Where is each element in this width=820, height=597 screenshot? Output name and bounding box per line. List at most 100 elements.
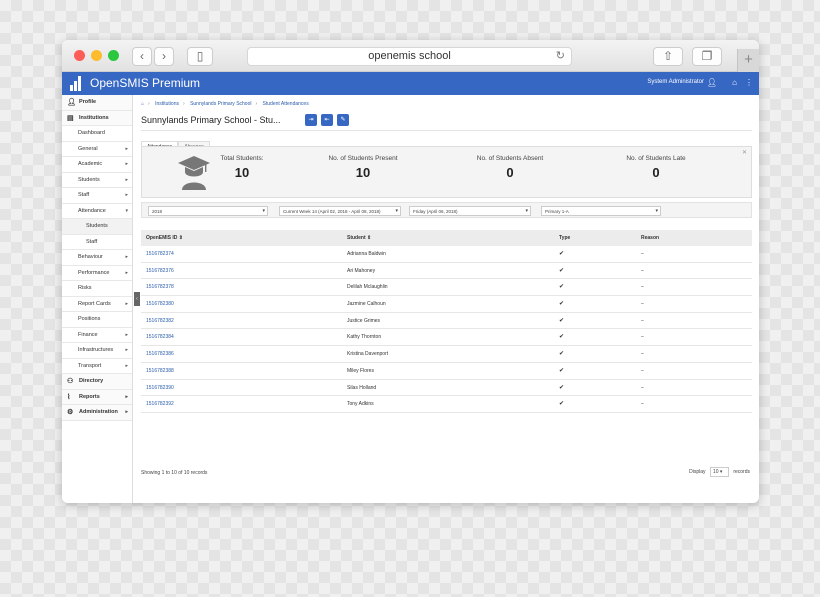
sidebar-item-label: Report Cards	[78, 300, 111, 307]
openemis-id-link[interactable]: 1516782380	[146, 296, 174, 312]
app-header: OpenSMIS Premium System Administrator 👤︎…	[62, 72, 759, 95]
forward-button[interactable]: ›	[154, 47, 174, 66]
present-check-icon: ✔	[559, 384, 565, 391]
sidebar-item-general[interactable]: General ▸	[62, 142, 132, 157]
sidebar-item-reports[interactable]: ⌇ Reports ▸	[62, 389, 132, 405]
import-icon[interactable]: ⇤	[321, 114, 333, 126]
close-summary-icon[interactable]: ✕	[742, 149, 747, 156]
sidebar-item-positions[interactable]: Positions	[62, 312, 132, 328]
table-row: 1516782392 Tony Adkins ✔ –	[141, 396, 752, 413]
breadcrumb-attendance[interactable]: Student Attendances	[263, 101, 309, 107]
breadcrumb-home-icon[interactable]: ⌂	[141, 101, 144, 107]
minimize-window-button[interactable]	[91, 50, 102, 61]
maximize-window-button[interactable]	[108, 50, 119, 61]
table-row: 1516782382 Justice Grimes ✔ –	[141, 313, 752, 330]
page-title: Sunnylands Primary School - Stu...	[141, 115, 281, 125]
sidebar-item-dashboard[interactable]: Dashboard	[62, 126, 132, 142]
student-name: Silas Holland	[347, 384, 377, 391]
caret-icon: ▸	[125, 176, 128, 183]
sidebar-item-risks[interactable]: Risks	[62, 281, 132, 297]
present-check-icon: ✔	[559, 367, 565, 374]
export-icon[interactable]: ⇥	[305, 114, 317, 126]
sidebar-item-label: Transport	[78, 362, 102, 369]
sidebar-item-label: Administration	[79, 409, 118, 415]
filter-bar: 2018 ▾ Current Week 14 (April 02, 2018 - …	[141, 202, 752, 218]
openemis-id-link[interactable]: 1516782376	[146, 263, 174, 279]
sidebar-item-staff[interactable]: Staff	[62, 235, 132, 250]
tabs-overview-icon[interactable]: ❐	[692, 47, 722, 66]
attendance-summary: Total Students: 10 No. of Students Prese…	[141, 146, 752, 198]
sidebar-item-label: Academic	[78, 161, 103, 167]
column-openemis-id[interactable]: OpenEMIS ID ⇕	[146, 230, 183, 246]
home-icon[interactable]: ⌂	[732, 78, 737, 87]
sidebar-item-students[interactable]: Students ▸	[62, 173, 132, 188]
building-icon: ▤	[67, 114, 74, 122]
openemis-id-link[interactable]: 1516782382	[146, 313, 174, 329]
sidebar-item-report-cards[interactable]: Report Cards ▸	[62, 297, 132, 312]
sidebar-item-label: Staff	[86, 238, 98, 245]
reason-cell: –	[641, 401, 644, 408]
sidebar-item-administration[interactable]: ⚙ Administration ▸	[62, 405, 132, 421]
reload-icon[interactable]: ↻	[556, 48, 565, 65]
sidebar-nav: 👤︎ Profile ▤ Institutions Dashboard General ▸ A…	[62, 95, 133, 503]
openemis-id-link[interactable]: 1516782386	[146, 346, 174, 362]
sidebar-item-students[interactable]: Students	[62, 219, 132, 235]
academic-period-select[interactable]: 2018 ▾	[148, 206, 268, 216]
table-row: 1516782378 Delilah Mclaughlin ✔ –	[141, 279, 752, 297]
user-icon[interactable]: 👤︎	[707, 78, 717, 87]
openemis-id-link[interactable]: 1516782392	[146, 396, 174, 412]
sidebar-item-transport[interactable]: Transport ▸	[62, 359, 132, 374]
breadcrumb-institutions[interactable]: Institutions	[155, 101, 179, 107]
new-tab-button[interactable]: +	[737, 49, 759, 72]
openemis-id-link[interactable]: 1516782374	[146, 246, 174, 262]
sidebar-item-institutions[interactable]: ▤ Institutions	[62, 110, 132, 126]
edit-icon[interactable]: ✎	[337, 114, 349, 126]
user-name[interactable]: System Administrator	[647, 79, 704, 85]
sidebar-item-infrastructures[interactable]: Infrastructures ▸	[62, 343, 132, 359]
openemis-id-link[interactable]: 1516782384	[146, 329, 174, 345]
present-check-icon: ✔	[559, 251, 565, 257]
student-name: Jazmine Calhoun	[347, 301, 386, 308]
breadcrumb-school[interactable]: Sunnylands Primary School	[190, 101, 251, 107]
day-select[interactable]: Friday (April 06, 2018) ▾	[409, 206, 531, 216]
sidebar-toggle-icon[interactable]: ▯	[187, 47, 213, 66]
more-menu-icon[interactable]: ⋮	[745, 78, 753, 87]
browser-toolbar: ‹ › ▯ openemis school ↻ ⇧ ❐ +	[62, 40, 759, 72]
page-size-control: Display 10 ▾ records	[689, 467, 750, 477]
student-name: Kathy Thornton	[347, 334, 382, 341]
openemis-id-link[interactable]: 1516782388	[146, 363, 174, 379]
close-window-button[interactable]	[74, 50, 85, 61]
openemis-id-link[interactable]: 1516782390	[146, 380, 174, 396]
chevron-down-icon: ▾	[655, 208, 658, 214]
back-button[interactable]: ‹	[132, 47, 152, 66]
stat-present-label: No. of Students Present	[328, 155, 398, 162]
page-size-select[interactable]: 10 ▾	[709, 467, 729, 477]
breadcrumb: ⌂ › Institutions › Sunnylands Primary Scho…	[141, 101, 309, 107]
address-bar[interactable]: openemis school ↻	[247, 47, 572, 66]
graduation-cap-icon	[178, 156, 210, 190]
gears-icon: ⚙	[67, 409, 74, 416]
openemis-id-link[interactable]: 1516782378	[146, 279, 174, 295]
display-label: Display	[689, 469, 706, 475]
sidebar-item-profile[interactable]: 👤︎ Profile	[62, 95, 132, 111]
sidebar-item-label: Behaviour	[78, 254, 103, 260]
sort-icon: ⇕	[367, 235, 372, 241]
week-select[interactable]: Current Week 14 (April 02, 2018 - April …	[279, 206, 401, 216]
caret-icon: ▸	[125, 161, 128, 167]
student-name: Tony Adkins	[347, 401, 374, 408]
sidebar-item-directory[interactable]: ⚇ Directory	[62, 374, 132, 390]
sidebar-item-behaviour[interactable]: Behaviour ▸	[62, 250, 132, 266]
column-reason: Reason	[641, 235, 660, 241]
class-select[interactable]: Primary 1-A ▾	[541, 206, 661, 216]
sidebar-item-label: Directory	[79, 378, 104, 384]
sidebar-item-academic[interactable]: Academic ▸	[62, 157, 132, 173]
reason-cell: –	[641, 367, 644, 374]
sidebar-item-staff[interactable]: Staff ▸	[62, 188, 132, 204]
sidebar-item-performance[interactable]: Performance ▸	[62, 266, 132, 281]
share-icon[interactable]: ⇧	[653, 47, 683, 66]
column-student[interactable]: Student ⇕	[347, 230, 371, 246]
reason-cell: –	[641, 251, 644, 257]
tab-bar: AttendanceAbsence	[141, 135, 210, 152]
sidebar-item-finance[interactable]: Finance ▸	[62, 328, 132, 343]
sidebar-item-attendance[interactable]: Attendance ▾	[62, 204, 132, 219]
